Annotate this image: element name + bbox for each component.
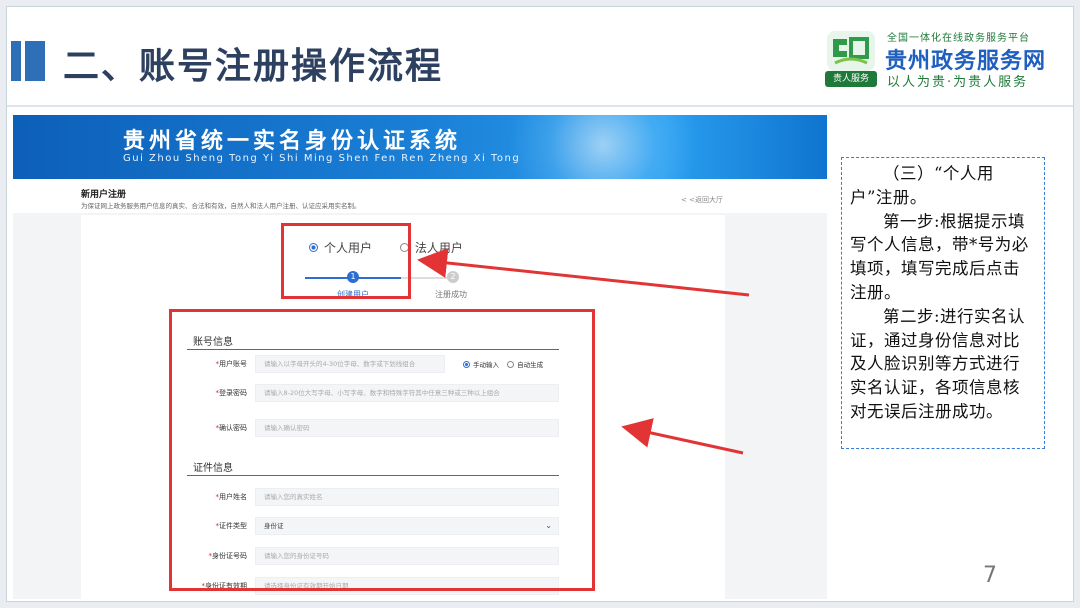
arrow-to-form — [621, 418, 744, 455]
callout-heading: （三）“个人用户”注册。 — [850, 164, 994, 207]
arrow-to-user-type — [417, 247, 750, 297]
page-number: 7 — [983, 563, 997, 588]
callout-step-2: 第二步:进行实名认证，通过身份信息对比及人脸识别等方式进行实名认证，各项信息核对… — [850, 306, 1026, 421]
callout-step-1: 第一步:根据提示填写个人信息，带*号为必填项，填写完成后点击注册。 — [850, 211, 1029, 302]
slide: 二、账号注册操作流程 贵人服务 全国一体化在线政务服务平台 贵州政务服务网 以人… — [6, 6, 1074, 602]
instruction-callout: （三）“个人用户”注册。 第一步:根据提示填写个人信息，带*号为必填项，填写完成… — [841, 157, 1045, 449]
